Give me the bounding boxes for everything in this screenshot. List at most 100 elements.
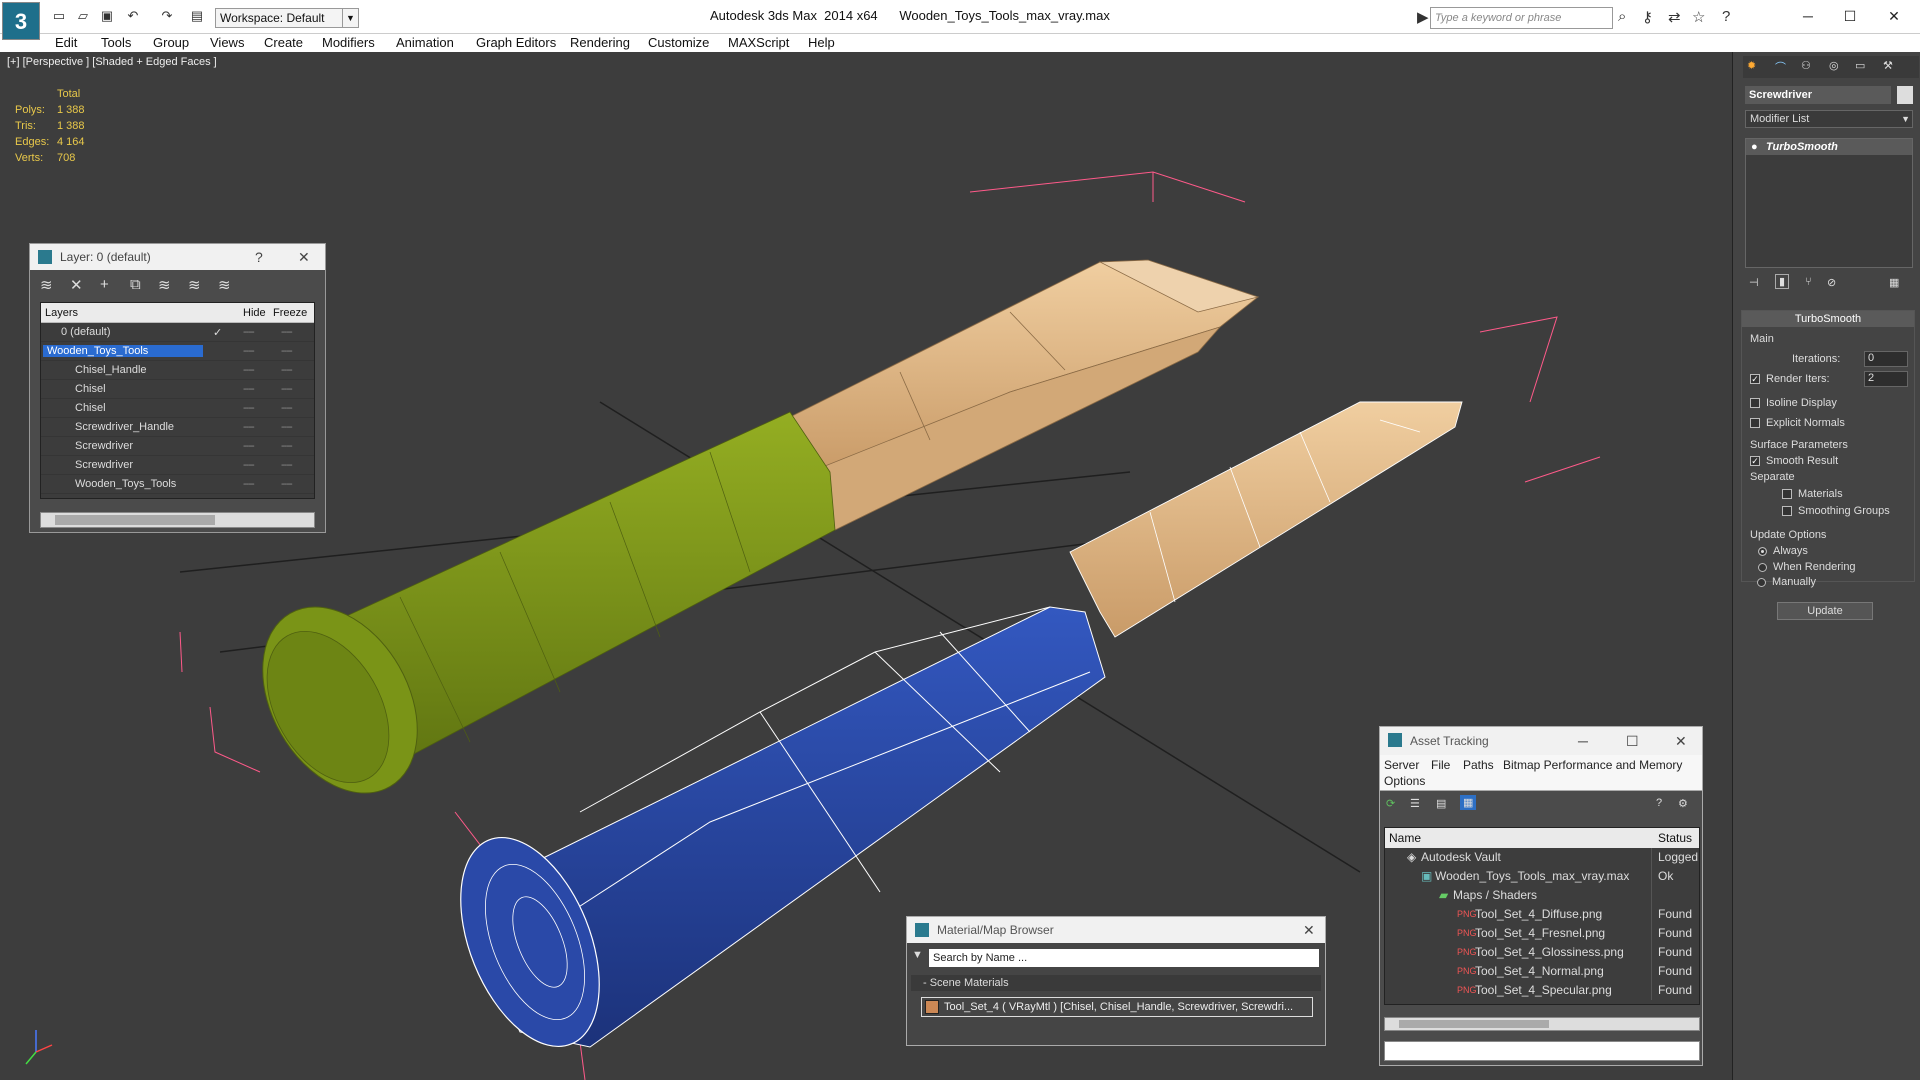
column-name[interactable]: Name [1389,831,1421,845]
menu-create[interactable]: Create [264,34,303,52]
minimize-button[interactable]: ─ [1788,4,1828,28]
layer-row[interactable]: Screwdriver ---- ---- [41,456,314,475]
hide-toggle[interactable]: ---- [243,345,255,357]
menu-animation[interactable]: Animation [396,34,454,52]
asset-row[interactable]: PNG Tool_Set_4_Specular.png Found [1385,981,1699,1000]
settings-icon[interactable]: ⚙ [1678,797,1688,810]
column-status[interactable]: Status [1658,831,1692,845]
project-folder-icon[interactable]: ▤ [188,8,206,24]
hide-toggle[interactable]: ---- [243,326,255,338]
isoline-checkbox[interactable] [1750,398,1760,409]
hierarchy-tab-icon[interactable]: ⚇ [1801,59,1811,72]
horizontal-scrollbar[interactable] [40,512,315,528]
exchange-icon[interactable]: ⇄ [1668,8,1681,26]
key-icon[interactable]: ⚷ [1642,8,1653,26]
undo-icon[interactable]: ↶ [124,8,142,24]
menu-group[interactable]: Group [153,34,189,52]
menu-edit[interactable]: Edit [55,34,77,52]
binoculars-icon[interactable]: ⌕ [1618,8,1626,25]
smooth-result-checkbox[interactable]: ✓ [1750,456,1760,467]
scene-materials-group[interactable]: - Scene Materials [911,975,1321,991]
modify-tab-icon[interactable]: ⌒ [1775,59,1786,75]
filter-dropdown-icon[interactable]: ▼ [912,949,923,961]
open-file-icon[interactable]: ▱ [74,8,92,24]
modifier-list-dropdown[interactable]: Modifier List ▼ [1745,110,1913,128]
freeze-toggle[interactable]: ---- [281,326,293,338]
material-search-input[interactable]: Search by Name ... [929,949,1319,967]
lightbulb-icon[interactable]: ● [1751,139,1758,155]
close-window-button[interactable]: ✕ [1874,4,1914,28]
asset-row[interactable]: PNG Tool_Set_4_Normal.png Found [1385,962,1699,981]
layer-row[interactable]: Chisel_Handle ---- ---- [41,361,314,380]
motion-tab-icon[interactable]: ◎ [1829,59,1839,72]
app-logo-button[interactable]: 3 [2,2,40,40]
new-file-icon[interactable]: ▭ [50,8,68,24]
object-name-field[interactable]: Screwdriver [1745,86,1891,104]
refresh-icon[interactable]: ⟳ [1386,797,1395,810]
freeze-toggle[interactable]: ---- [281,478,293,490]
freeze-toggle[interactable]: ---- [281,364,293,376]
new-layer-icon[interactable]: ≋ [40,276,53,294]
menu-server[interactable]: Server [1384,758,1419,772]
make-unique-icon[interactable]: ⑂ [1805,276,1812,288]
hide-toggle[interactable]: ---- [243,402,255,414]
smoothing-groups-checkbox[interactable] [1782,506,1792,517]
save-file-icon[interactable]: ▣ [98,8,116,24]
favorite-star-icon[interactable]: ☆ [1692,8,1705,26]
close-button[interactable]: ✕ [298,244,310,270]
hide-toggle[interactable]: ---- [243,383,255,395]
redo-icon[interactable]: ↷ [158,8,176,24]
active-layer-check[interactable]: ✓ [213,326,222,339]
menu-help[interactable]: Help [808,34,835,52]
freeze-toggle[interactable]: ---- [281,440,293,452]
layer-window-titlebar[interactable]: Layer: 0 (default) ? ✕ [30,244,325,270]
menu-tools[interactable]: Tools [101,34,131,52]
search-input[interactable]: Type a keyword or phrase [1430,7,1613,29]
workspace-dropdown[interactable]: Workspace: Default ▼ [215,8,359,28]
layer-row[interactable]: Screwdriver_Handle ---- ---- [41,418,314,437]
pin-stack-icon[interactable]: ⊣ [1749,276,1759,289]
menu-views[interactable]: Views [210,34,244,52]
layer-row[interactable]: Wooden_Toys_Tools ---- ---- [41,475,314,494]
scrollbar-thumb[interactable] [1399,1020,1549,1028]
layer-row[interactable]: Screwdriver ---- ---- [41,437,314,456]
manually-radio[interactable] [1757,577,1766,587]
column-layers[interactable]: Layers [45,307,78,319]
maximize-button[interactable]: ☐ [1626,727,1639,755]
maximize-button[interactable]: ☐ [1830,4,1870,28]
utilities-tab-icon[interactable]: ⚒ [1883,59,1893,72]
column-freeze[interactable]: Freeze [273,307,307,319]
asset-row[interactable]: PNG Tool_Set_4_Fresnel.png Found [1385,924,1699,943]
explicit-normals-checkbox[interactable] [1750,418,1760,429]
freeze-all-icon[interactable]: ≋ [218,276,231,294]
help-button[interactable]: ? [255,244,263,270]
hide-toggle[interactable]: ---- [243,440,255,452]
menu-customize[interactable]: Customize [648,34,709,52]
menu-file[interactable]: File [1431,758,1450,772]
help-icon[interactable]: ? [1656,797,1662,809]
asset-row[interactable]: PNG Tool_Set_4_Diffuse.png Found [1385,905,1699,924]
column-hide[interactable]: Hide [243,307,266,319]
modifier-stack-item[interactable]: ● TurboSmooth [1746,139,1912,155]
object-color-swatch[interactable] [1897,86,1913,104]
menu-modifiers[interactable]: Modifiers [322,34,375,52]
freeze-toggle[interactable]: ---- [281,402,293,414]
configure-sets-icon[interactable]: ▦ [1889,276,1899,289]
horizontal-scrollbar[interactable] [1384,1017,1700,1031]
materials-checkbox[interactable] [1782,489,1792,500]
delete-layer-icon[interactable]: ✕ [70,276,83,294]
grid-view-icon[interactable]: ▦ [1460,795,1477,810]
hide-all-icon[interactable]: ≋ [188,276,201,294]
asset-row[interactable]: PNG Tool_Set_4_Glossiness.png Found [1385,943,1699,962]
search-toggle-icon[interactable]: ▶ [1417,8,1429,26]
material-browser-titlebar[interactable]: Material/Map Browser ✕ [907,917,1325,943]
when-rendering-radio[interactable] [1758,562,1767,572]
menu-rendering[interactable]: Rendering [570,34,630,52]
freeze-toggle[interactable]: ---- [281,345,293,357]
hide-toggle[interactable]: ---- [243,364,255,376]
close-button[interactable]: ✕ [1675,727,1687,755]
menu-graph-editors[interactable]: Graph Editors [476,34,556,52]
freeze-toggle[interactable]: ---- [281,383,293,395]
menu-bitmap-performance[interactable]: Bitmap Performance and Memory [1503,758,1682,772]
layer-row[interactable]: Chisel ---- ---- [41,399,314,418]
